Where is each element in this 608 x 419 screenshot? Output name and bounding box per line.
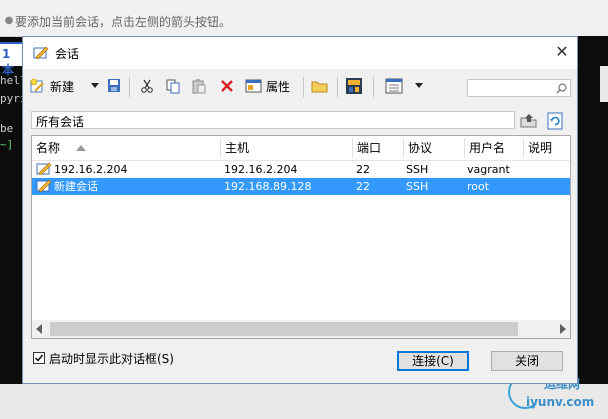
- background-right: [578, 36, 608, 384]
- properties-button[interactable]: 属性: [245, 75, 290, 97]
- properties-label: 属性: [266, 79, 291, 94]
- new-session-label: 新建: [50, 79, 75, 94]
- delete-button[interactable]: [219, 75, 235, 97]
- session-host: 192.16.2.204: [224, 163, 298, 176]
- paste-button[interactable]: [191, 75, 207, 97]
- session-icon: [36, 178, 52, 194]
- chevron-down-icon: [415, 83, 423, 88]
- column-header-port[interactable]: 端口: [353, 136, 403, 160]
- column-header-description[interactable]: 说明: [524, 136, 570, 160]
- scroll-left-icon[interactable]: [36, 324, 42, 334]
- scrollbar-thumb[interactable]: [50, 322, 518, 336]
- app-icon: [33, 45, 49, 61]
- close-button[interactable]: 关闭: [491, 351, 563, 371]
- new-folder-button[interactable]: [311, 75, 329, 97]
- startup-checkbox-area[interactable]: 启动时显示此对话框(S): [33, 350, 174, 366]
- terminal-line: hell: [0, 74, 22, 87]
- new-session-icon: [30, 78, 44, 93]
- session-user: root: [467, 180, 490, 193]
- search-input[interactable]: [467, 79, 571, 97]
- connect-settings-button[interactable]: [345, 75, 363, 97]
- session-icon: [36, 161, 52, 177]
- folder-path: 所有会话: [31, 111, 515, 129]
- scroll-right-icon[interactable]: [560, 324, 566, 334]
- session-name: 新建会话: [54, 180, 98, 193]
- startup-checkbox[interactable]: [33, 352, 45, 364]
- save-icon: [108, 79, 120, 92]
- session-user: vagrant: [467, 163, 510, 176]
- session-row[interactable]: 192.16.2.204 192.16.2.204 22 SSH vagrant: [32, 161, 570, 178]
- startup-checkbox-label: 启动时显示此对话框(S): [49, 351, 174, 366]
- session-settings-icon: [346, 78, 362, 94]
- connect-button[interactable]: 连接(C): [397, 351, 469, 371]
- view-dropdown-arrow[interactable]: [415, 75, 423, 97]
- refresh-icon: [547, 112, 563, 130]
- view-button[interactable]: [385, 75, 403, 97]
- watermark-url: iyunv.com: [526, 395, 595, 409]
- close-icon[interactable]: ✕: [551, 41, 573, 63]
- session-host: 192.168.89.128: [224, 180, 312, 193]
- background-terminal: hell pyri be ~]: [0, 64, 22, 384]
- search-icon: [556, 83, 567, 94]
- folder-label: 所有会话: [36, 115, 85, 129]
- column-header-username[interactable]: 用户名: [465, 136, 523, 160]
- session-protocol: SSH: [406, 163, 429, 176]
- column-header-host[interactable]: 主机: [221, 136, 352, 160]
- session-name: 192.16.2.204: [54, 163, 128, 176]
- column-header-protocol[interactable]: 协议: [404, 136, 464, 160]
- background-tab[interactable]: 1 本: [0, 42, 22, 77]
- list-header: 名称 主机 端口 协议 用户名 说明: [32, 136, 570, 161]
- delete-icon: [221, 80, 233, 92]
- properties-icon: [245, 79, 262, 93]
- copy-icon: [166, 79, 180, 94]
- horizontal-scrollbar[interactable]: [32, 320, 570, 338]
- hint-text: 要添加当前会话，点击左侧的箭头按钮。: [15, 15, 232, 29]
- new-dropdown-arrow[interactable]: [91, 75, 99, 97]
- terminal-line: be: [0, 122, 14, 135]
- paste-icon: [192, 79, 206, 94]
- title-bar: 会话 ✕: [23, 37, 577, 69]
- new-session-button[interactable]: 新建: [29, 75, 74, 97]
- folder-icon: [311, 81, 328, 93]
- session-protocol: SSH: [406, 180, 429, 193]
- sort-ascending-icon: [76, 145, 86, 151]
- session-port: 22: [356, 163, 370, 176]
- up-folder-button[interactable]: [519, 111, 539, 131]
- session-row-selected[interactable]: 新建会话 192.168.89.128 22 SSH root: [32, 178, 570, 195]
- chevron-down-icon: [91, 83, 99, 88]
- hint-bar: ● 要添加当前会话，点击左侧的箭头按钮。: [0, 0, 608, 37]
- cut-button[interactable]: [139, 75, 155, 97]
- save-button[interactable]: [105, 75, 123, 97]
- refresh-button[interactable]: [545, 111, 565, 131]
- session-list[interactable]: 名称 主机 端口 协议 用户名 说明 192.16.2.204 192.16.2…: [31, 135, 571, 339]
- copy-button[interactable]: [165, 75, 181, 97]
- list-view-icon: [385, 78, 403, 94]
- dialog-title: 会话: [55, 47, 80, 61]
- session-dialog: 会话 ✕ 新建 属性 所有会话 名称 主机 端口 协议 用户名 说明 192.1…: [22, 36, 578, 384]
- up-folder-icon: [520, 114, 537, 128]
- terminal-line: ~]: [0, 138, 14, 151]
- column-header-name[interactable]: 名称: [32, 136, 220, 160]
- terminal-line: pyri: [0, 92, 22, 105]
- session-port: 22: [356, 180, 370, 193]
- checkmark-icon: [34, 354, 44, 362]
- info-icon: ●: [4, 14, 14, 26]
- scissors-icon: [141, 79, 153, 93]
